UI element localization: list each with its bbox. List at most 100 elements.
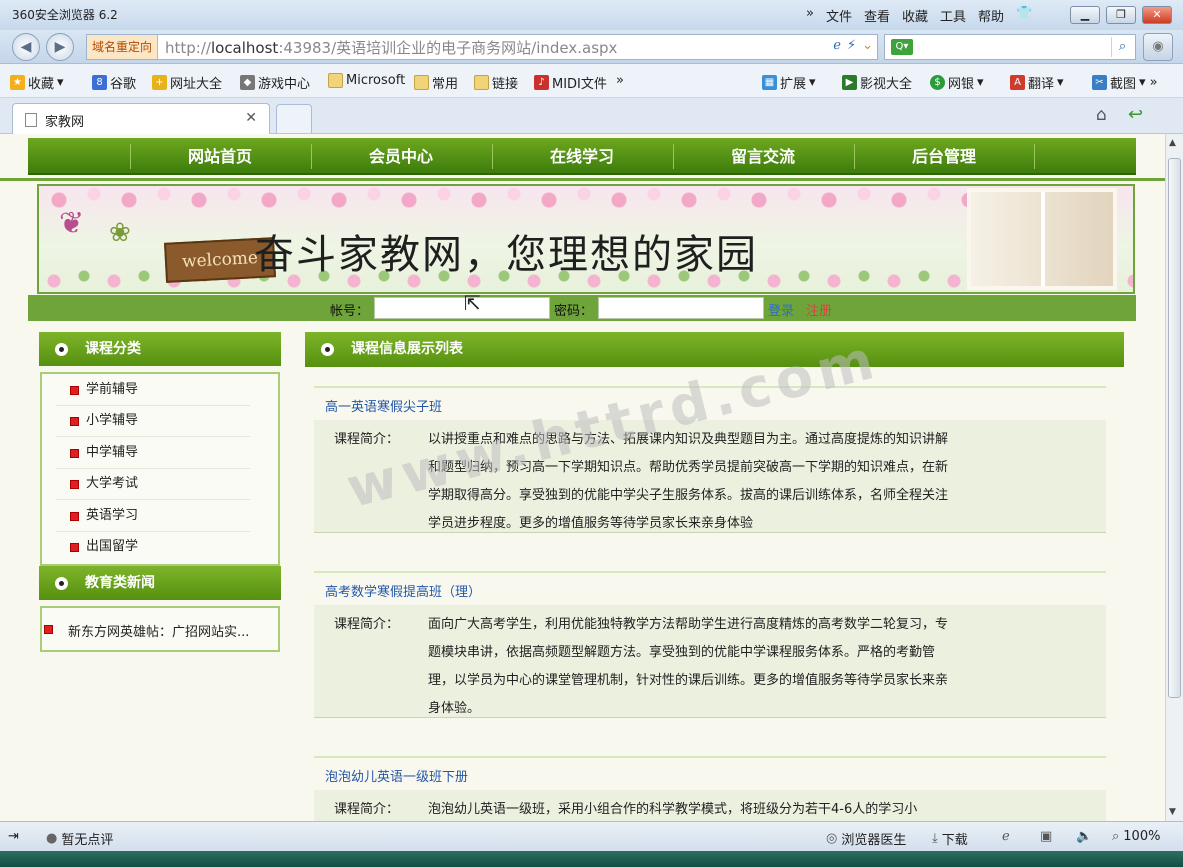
speaker-icon[interactable]: 🔈 bbox=[1076, 829, 1092, 844]
tool-video[interactable]: ▶ 影视大全 bbox=[842, 73, 912, 92]
browser-doctor[interactable]: ◎ 浏览器医生 bbox=[826, 829, 906, 848]
plus-circle-icon: + bbox=[152, 75, 167, 90]
menu-favorites[interactable]: 收藏 bbox=[902, 6, 928, 25]
speed-mode-icon[interactable]: ⚡ bbox=[847, 38, 856, 53]
ie-mode-icon[interactable]: ℯ bbox=[833, 38, 841, 53]
category-item[interactable]: 大学考试 bbox=[56, 469, 250, 500]
downloads[interactable]: ⤓ 下载 bbox=[932, 829, 968, 848]
nav-home[interactable]: 网站首页 bbox=[130, 138, 310, 175]
bullet-icon bbox=[55, 343, 68, 356]
categories-header: 课程分类 bbox=[39, 332, 281, 366]
menu-file[interactable]: 文件 bbox=[826, 6, 852, 25]
redirect-label[interactable]: 域名重定向 bbox=[87, 35, 159, 59]
course-card: 高考数学寒假提高班（理） 课程简介： 面向广大高考学生，利用优能独特教学方法帮助… bbox=[314, 571, 1106, 719]
course-title[interactable]: 高一英语寒假尖子班 bbox=[325, 396, 442, 415]
comments-status[interactable]: ● 暂无点评 bbox=[46, 829, 113, 848]
ie-icon[interactable]: ℯ bbox=[1002, 829, 1010, 844]
category-item[interactable]: 中学辅导 bbox=[56, 438, 250, 469]
scrollbar-thumb[interactable] bbox=[1168, 158, 1181, 698]
search-engine-icon[interactable]: Q▾ bbox=[891, 39, 913, 55]
browser-title: 360安全浏览器 6.2 bbox=[12, 8, 118, 22]
search-input[interactable]: Q▾ ⌕ bbox=[884, 34, 1136, 60]
course-title[interactable]: 高考数学寒假提高班（理） bbox=[325, 581, 481, 600]
minimize-button[interactable]: ▁ bbox=[1070, 6, 1100, 24]
login-bar: 帐号： ⇱ 密码： 登录 注册 bbox=[28, 291, 1136, 321]
new-tab-button[interactable] bbox=[276, 104, 312, 133]
undo-icon[interactable]: ↩ bbox=[1128, 104, 1143, 125]
video-icon: ▶ bbox=[842, 75, 857, 90]
shirt-icon[interactable]: 👕 bbox=[1016, 6, 1032, 25]
fav-sites[interactable]: + 网址大全 bbox=[152, 73, 222, 92]
search-icon[interactable]: ⌕ bbox=[1111, 37, 1133, 57]
password-input[interactable] bbox=[598, 297, 764, 319]
forward-button[interactable]: ▶ bbox=[46, 33, 74, 61]
nav-online-learning[interactable]: 在线学习 bbox=[492, 138, 672, 175]
intro-label: 课程简介： bbox=[334, 802, 400, 817]
divider bbox=[314, 386, 1106, 388]
butterfly-icon: ❦ bbox=[59, 206, 85, 241]
news-box: 新东方网英雄帖：广招网站实... bbox=[40, 606, 280, 652]
bank-icon: $ bbox=[930, 75, 945, 90]
comment-icon: ● bbox=[46, 831, 58, 846]
tool-screenshot[interactable]: ✂ 截图 ▾ » bbox=[1092, 73, 1158, 92]
nav-divider bbox=[1034, 144, 1035, 169]
register-link[interactable]: 注册 bbox=[806, 300, 832, 319]
taskbar bbox=[0, 851, 1183, 867]
fav-games[interactable]: ◆ 游戏中心 bbox=[240, 73, 310, 92]
tab-active[interactable]: 家教网 ✕ bbox=[12, 103, 270, 134]
category-item[interactable]: 小学辅导 bbox=[56, 406, 250, 437]
intro-label: 课程简介： bbox=[334, 432, 400, 447]
gamepad-icon: ◆ bbox=[240, 75, 255, 90]
back-button[interactable]: ◀ bbox=[12, 33, 40, 61]
menu-tools[interactable]: 工具 bbox=[940, 6, 966, 25]
favorites-menu[interactable]: ★ 收藏 ▾ bbox=[10, 73, 64, 92]
vertical-scrollbar[interactable]: ▲ ▼ bbox=[1165, 134, 1183, 821]
url-field[interactable]: 域名重定向 http://localhost:43983/英语培训企业的电子商务… bbox=[86, 34, 878, 60]
close-window-button[interactable]: ✕ bbox=[1142, 6, 1172, 24]
home-icon[interactable]: ⌂ bbox=[1096, 105, 1107, 125]
close-tab-icon[interactable]: ✕ bbox=[245, 110, 257, 126]
news-item[interactable]: 新东方网英雄帖：广招网站实... bbox=[68, 621, 249, 640]
menu-more[interactable]: » bbox=[806, 6, 814, 25]
tool-banking[interactable]: $ 网银 ▾ bbox=[930, 73, 984, 92]
scroll-down-icon[interactable]: ▼ bbox=[1169, 807, 1176, 817]
fav-midi[interactable]: ♪ MIDI文件 bbox=[534, 73, 607, 92]
folder-icon bbox=[474, 75, 489, 90]
browser-menu: » 文件 查看 收藏 工具 帮助 👕 bbox=[806, 6, 1032, 25]
fav-more[interactable]: » bbox=[616, 73, 624, 88]
user-avatar[interactable]: ◉ bbox=[1143, 33, 1173, 61]
menu-help[interactable]: 帮助 bbox=[978, 6, 1004, 25]
maximize-button[interactable]: ❐ bbox=[1106, 6, 1136, 24]
categories-title: 课程分类 bbox=[85, 341, 141, 357]
category-item[interactable]: 英语学习 bbox=[56, 501, 250, 532]
scroll-up-icon[interactable]: ▲ bbox=[1169, 138, 1176, 148]
page-viewport: 网站首页 会员中心 在线学习 留言交流 后台管理 ❦ ❀ welcome 奋斗家… bbox=[0, 134, 1165, 821]
nav-admin[interactable]: 后台管理 bbox=[854, 138, 1034, 175]
account-input[interactable] bbox=[374, 297, 550, 319]
banner-slogan: 奋斗家教网，您理想的家园 bbox=[254, 232, 758, 278]
course-description: 泡泡幼儿英语一级班，采用小组合作的科学教学模式，将班级分为若干4-6人的学习小 bbox=[428, 802, 918, 817]
nav-member[interactable]: 会员中心 bbox=[311, 138, 491, 175]
red-square-icon bbox=[70, 417, 79, 426]
sidebar-toggle-icon[interactable]: ⇥ bbox=[8, 829, 19, 844]
course-list-header: 课程信息展示列表 bbox=[305, 332, 1124, 367]
nav-messages[interactable]: 留言交流 bbox=[673, 138, 853, 175]
chevron-down-icon[interactable]: ⌄ bbox=[862, 38, 873, 53]
fav-common[interactable]: 常用 bbox=[414, 73, 458, 92]
fav-google[interactable]: 8 谷歌 bbox=[92, 73, 136, 92]
category-item[interactable]: 出国留学 bbox=[56, 532, 250, 563]
login-link[interactable]: 登录 bbox=[768, 300, 794, 319]
fav-microsoft[interactable]: Microsoft bbox=[328, 73, 405, 88]
download-icon: ⤓ bbox=[932, 831, 938, 846]
course-title[interactable]: 泡泡幼儿英语一级班下册 bbox=[325, 766, 468, 785]
course-card: 高一英语寒假尖子班 课程简介： 以讲授重点和难点的思路与方法、拓展课内知识及典型… bbox=[314, 386, 1106, 534]
red-square-icon bbox=[70, 512, 79, 521]
tool-translate[interactable]: A 翻译 ▾ bbox=[1010, 73, 1064, 92]
zoom-control[interactable]: ⌕ 100% bbox=[1112, 829, 1160, 844]
menu-view[interactable]: 查看 bbox=[864, 6, 890, 25]
course-card: 泡泡幼儿英语一级班下册 课程简介： 泡泡幼儿英语一级班，采用小组合作的科学教学模… bbox=[314, 756, 1106, 821]
category-item[interactable]: 学前辅导 bbox=[56, 375, 250, 406]
tool-extensions[interactable]: ▦ 扩展 ▾ bbox=[762, 73, 816, 92]
window-icon[interactable]: ▣ bbox=[1040, 829, 1052, 844]
fav-links[interactable]: 链接 bbox=[474, 73, 518, 92]
